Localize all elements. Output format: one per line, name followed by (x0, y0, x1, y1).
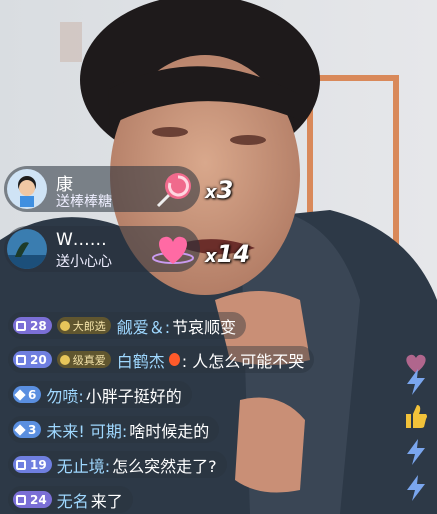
chat-username[interactable]: 无名 (57, 488, 89, 512)
level-number: 20 (30, 352, 47, 367)
gift-action-text: 送小心心 (56, 254, 112, 270)
chat-message[interactable]: 20 级真爱 白鹤杰 : 人怎么可能不哭 (8, 346, 315, 373)
chat-message[interactable]: 6 勿喷: 小胖子挺好的 (8, 381, 192, 408)
level-number: 3 (28, 422, 37, 437)
balloon-icon (168, 353, 180, 366)
level-number: 28 (30, 318, 47, 333)
level-number: 24 (30, 492, 47, 507)
chat-text: 啥时候走的 (129, 421, 210, 441)
chat-text: 节哀顺变 (172, 317, 237, 337)
heart-icon (152, 236, 194, 264)
chat-text: : 人怎么可能不哭 (181, 351, 305, 371)
chat-message[interactable]: 28 大郎选 觎爱＆: 节哀顺变 (8, 312, 247, 339)
thumbs-up-icon (406, 405, 427, 428)
level-icon (14, 388, 26, 401)
lightning-icon (407, 439, 425, 465)
chat-text: 来了 (90, 491, 123, 511)
fan-badge: 大郎选 (56, 317, 111, 334)
chat-username[interactable]: 白鹤杰 (117, 348, 165, 372)
chat-message[interactable]: 3 未来! 可期: 啥时候走的 (8, 416, 220, 443)
level-icon (16, 459, 26, 470)
chat-text: 怎么突然走了? (112, 456, 217, 476)
fan-badge-label: 大郎选 (72, 319, 106, 333)
level-badge: 20 (13, 351, 52, 368)
lollipop-icon (156, 173, 191, 208)
chat-username[interactable]: 未来! 可期: (46, 418, 127, 442)
fan-badge: 级真爱 (56, 351, 111, 368)
level-badge: 19 (13, 456, 52, 473)
chat-username[interactable]: 觎爱＆: (117, 314, 170, 338)
level-number: 6 (28, 387, 37, 402)
lightning-icon (407, 369, 425, 395)
level-icon (16, 494, 26, 505)
lightning-icon (407, 475, 425, 501)
fan-badge-label: 级真爱 (72, 353, 106, 367)
gift-count-value: 14 (216, 240, 251, 268)
level-badge: 3 (13, 421, 42, 438)
chat-message[interactable]: 19 无止境: 怎么突然走了? (8, 451, 227, 478)
avatar[interactable] (7, 229, 47, 269)
live-stream-view: 康 送棒棒糖 x3 W…… 送小心心 x14 28 大郎选 觎爱＆: 节哀顺变 (0, 0, 437, 514)
fan-badge-icon (59, 320, 70, 331)
gift-count: x14 (205, 240, 250, 268)
fan-badge-icon (59, 354, 70, 365)
gift-count-prefix: x (205, 182, 217, 203)
avatar[interactable] (7, 169, 47, 209)
level-badge: 6 (13, 386, 42, 403)
gift-count-prefix: x (205, 246, 217, 267)
level-icon (16, 354, 26, 365)
level-number: 19 (30, 457, 47, 472)
chat-text: 小胖子挺好的 (85, 386, 182, 406)
level-icon (14, 423, 26, 436)
level-icon (16, 320, 26, 331)
gift-count-value: 3 (216, 176, 234, 204)
level-badge: 28 (13, 317, 52, 334)
gift-count: x3 (205, 176, 233, 204)
chat-message[interactable]: 24 无名 来了 (8, 486, 133, 513)
chat-username[interactable]: 勿喷: (46, 383, 83, 407)
chat-username[interactable]: 无止境: (57, 453, 110, 477)
level-badge: 24 (13, 491, 52, 508)
gift-action-text: 送棒棒糖 (56, 194, 112, 210)
gift-sender-name[interactable]: W…… (56, 230, 107, 250)
